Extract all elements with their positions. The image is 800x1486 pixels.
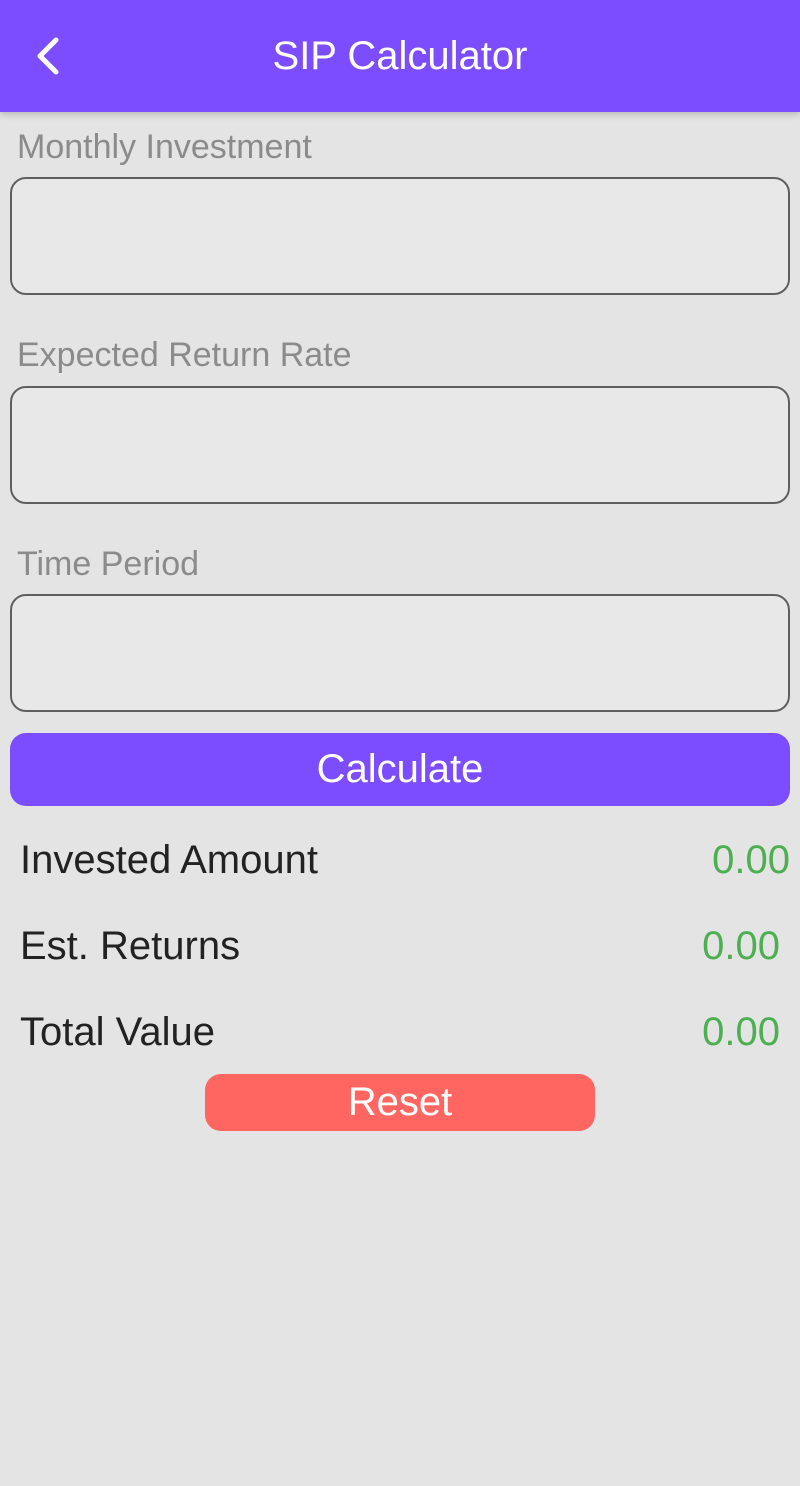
time-period-label: Time Period (17, 545, 200, 583)
monthly-investment-input[interactable] (10, 177, 790, 295)
app-bar: SIP Calculator (0, 0, 800, 112)
expected-return-rate-input[interactable] (10, 386, 790, 504)
est-returns-value: 0.00 (702, 924, 780, 968)
back-button[interactable] (22, 30, 74, 82)
invested-amount-label: Invested Amount (20, 838, 318, 882)
chevron-left-icon (37, 37, 59, 75)
expected-return-rate-label: Expected Return Rate (17, 336, 352, 374)
total-value-row: Total Value 0.00 (20, 1007, 790, 1057)
est-returns-label: Est. Returns (20, 924, 241, 968)
invested-amount-value: 0.00 (712, 838, 790, 882)
page-title: SIP Calculator (272, 34, 528, 78)
est-returns-row: Est. Returns 0.00 (20, 921, 790, 971)
total-value-value: 0.00 (702, 1010, 780, 1054)
total-value-label: Total Value (20, 1010, 215, 1054)
monthly-investment-label: Monthly Investment (17, 128, 312, 166)
calculate-button[interactable]: Calculate (10, 733, 790, 806)
time-period-input[interactable] (10, 594, 790, 712)
invested-amount-row: Invested Amount 0.00 (20, 835, 790, 885)
reset-button[interactable]: Reset (205, 1074, 595, 1131)
